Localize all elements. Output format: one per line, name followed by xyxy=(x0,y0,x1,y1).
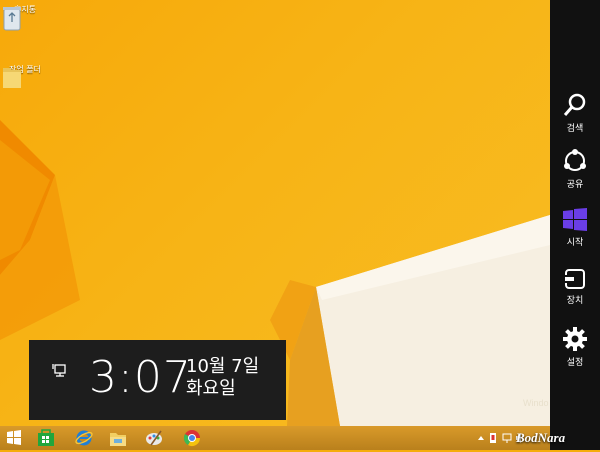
share-icon xyxy=(564,149,586,171)
devices-icon xyxy=(563,269,585,289)
chrome-icon xyxy=(183,430,201,447)
search-icon xyxy=(563,93,586,116)
desktop-icon-recycle-bin[interactable]: 휴지통 xyxy=(0,4,50,31)
charm-devices[interactable]: 장치 xyxy=(550,268,600,306)
start-button[interactable] xyxy=(4,428,28,448)
action-center-icon[interactable] xyxy=(488,432,498,444)
clock-date-weekday: 화요일 xyxy=(186,378,236,399)
windows-logo-icon xyxy=(7,430,21,445)
charm-settings[interactable]: 설정 xyxy=(550,326,600,368)
charm-label: 공유 xyxy=(566,180,584,190)
store-icon xyxy=(38,429,54,446)
charm-search[interactable]: 검색 xyxy=(550,92,600,134)
clock-time: 3:07 xyxy=(89,352,192,403)
clock-date: 10월 7일 화요일 xyxy=(186,356,259,400)
charm-label: 검색 xyxy=(566,124,584,134)
chrome-button[interactable] xyxy=(182,428,206,448)
clock-panel: 3:07 10월 7일 화요일 xyxy=(29,340,286,420)
charm-label: 설정 xyxy=(566,358,584,368)
gear-icon xyxy=(563,327,587,351)
paint-icon xyxy=(146,430,162,446)
ie-button[interactable] xyxy=(74,428,98,448)
charms-bar: 검색 공유 시작 장치 설정 xyxy=(550,0,600,450)
clock-date-day: 10월 7일 xyxy=(186,356,260,377)
charm-share[interactable]: 공유 xyxy=(550,148,600,190)
show-hidden-icons[interactable] xyxy=(476,432,486,444)
bodnara-logo: BodNara xyxy=(516,430,566,445)
charm-label: 장치 xyxy=(566,296,584,306)
explorer-button[interactable] xyxy=(108,428,132,448)
windows-logo-icon xyxy=(563,208,587,231)
folder-icon xyxy=(3,68,21,88)
recycle-bin-icon xyxy=(3,7,21,31)
charm-start[interactable]: 시작 xyxy=(550,208,600,248)
desktop-icon-folder[interactable]: 작업 폴더 xyxy=(0,64,50,88)
paint-button[interactable] xyxy=(144,428,168,448)
store-button[interactable] xyxy=(36,428,60,448)
file-explorer-icon xyxy=(110,433,126,446)
network-icon xyxy=(52,364,66,377)
internet-explorer-icon xyxy=(75,430,93,446)
windows-watermark: Windo xyxy=(523,398,549,408)
tray-network-icon[interactable] xyxy=(501,432,513,444)
taskbar xyxy=(0,426,550,450)
charm-label: 시작 xyxy=(566,238,584,248)
